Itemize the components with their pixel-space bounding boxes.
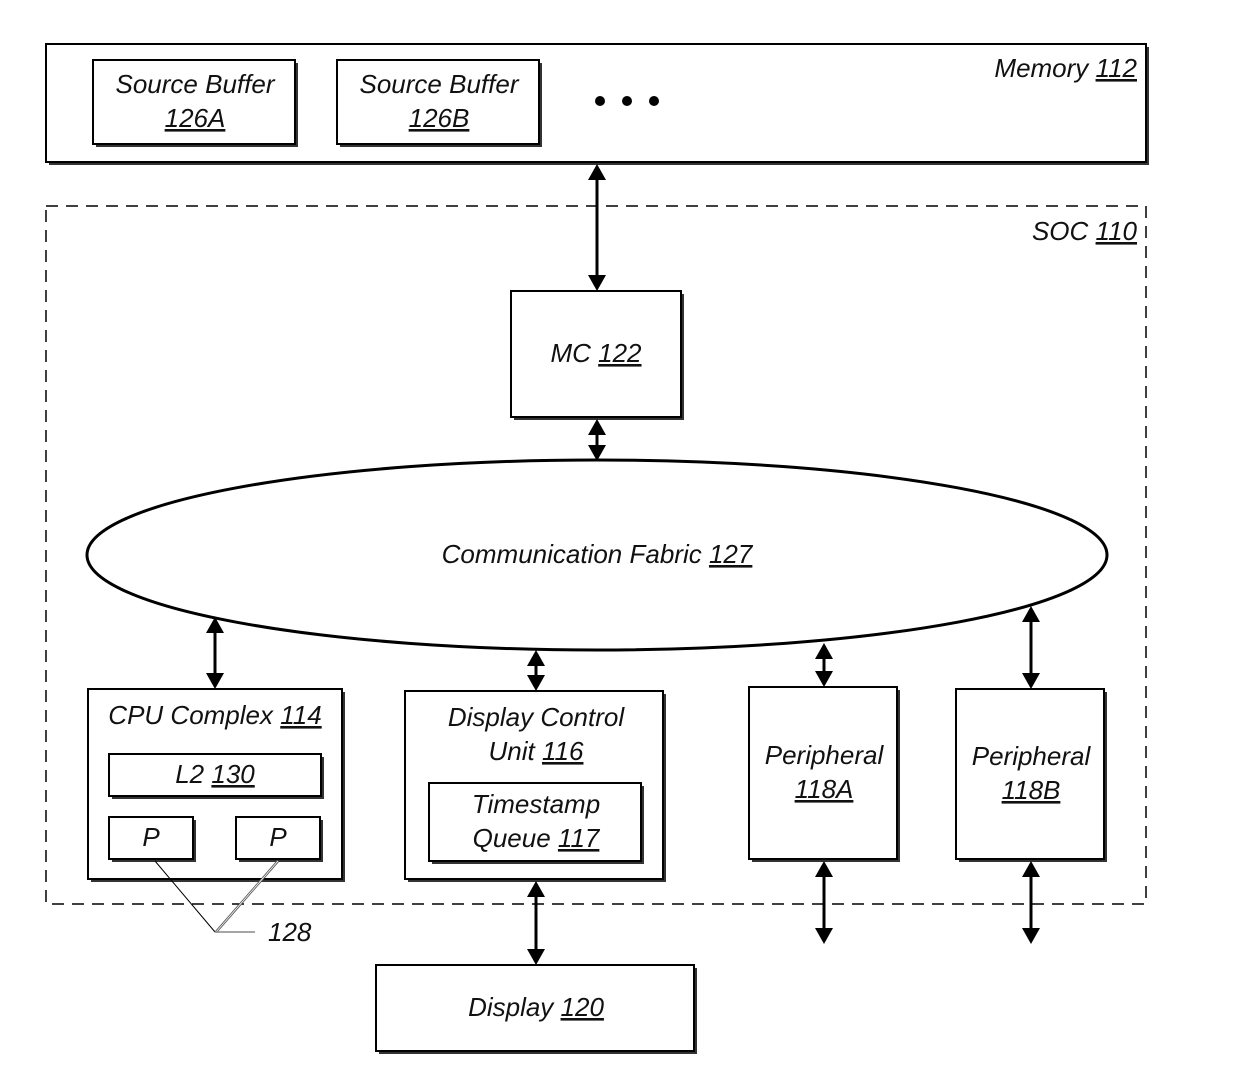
mc-block: MC 122 xyxy=(510,290,684,420)
fabric-ref: 127 xyxy=(709,539,754,569)
display-control-unit-block: Display Control Unit 116 Timestamp Queue… xyxy=(404,690,666,882)
source-buffer-a-label: Source Buffer xyxy=(116,69,276,99)
l2-label: L2 xyxy=(175,759,204,789)
mc-fabric-arrow xyxy=(588,419,606,461)
fabric-peripheral-b-arrow xyxy=(1022,606,1040,689)
memory-ref: 112 xyxy=(1096,53,1138,83)
peripheral-a-ref: 118A xyxy=(795,774,854,804)
mc-ref: 122 xyxy=(598,338,642,368)
fabric-cpu-arrow xyxy=(206,617,224,689)
processor-2-label: P xyxy=(269,822,287,852)
svg-text:Display 120: Display 120 xyxy=(468,992,604,1022)
memory-label: Memory xyxy=(994,53,1090,83)
l2-ref: 130 xyxy=(211,759,255,789)
svg-text:Memory 112: Memory 112 xyxy=(994,53,1137,83)
fabric-label: Communication Fabric xyxy=(442,539,702,569)
processor-1-label: P xyxy=(142,822,160,852)
fabric-dcu-arrow xyxy=(527,650,545,691)
peripheral-b-block: Peripheral 118B xyxy=(955,688,1107,862)
cpu-label: CPU Complex xyxy=(108,700,274,730)
source-buffer-b-label: Source Buffer xyxy=(360,69,520,99)
source-buffer-a: Source Buffer 126A xyxy=(92,59,298,147)
peripheral-a-block: Peripheral 118A xyxy=(748,686,900,862)
dcu-display-arrow xyxy=(527,881,545,965)
soc-label: SOC xyxy=(1032,216,1089,246)
peripheral-a-external-arrow xyxy=(815,861,833,944)
queue-label-line2: Queue xyxy=(473,823,551,853)
fabric-peripheral-a-arrow xyxy=(815,643,833,687)
source-buffer-b: Source Buffer 126B xyxy=(336,59,542,147)
svg-text:Communication Fabric 127: Communication Fabric 127 xyxy=(442,539,754,569)
peripheral-b-external-arrow xyxy=(1022,861,1040,944)
display-ref: 120 xyxy=(561,992,605,1022)
dcu-ref: 116 xyxy=(542,736,584,766)
dcu-label-line2: Unit xyxy=(489,736,537,766)
display-label: Display xyxy=(468,992,555,1022)
peripheral-b-label: Peripheral xyxy=(972,741,1092,771)
source-buffer-b-ref: 126B xyxy=(409,103,470,133)
svg-text:Queue 117: Queue 117 xyxy=(473,823,601,853)
memory-mc-arrow xyxy=(588,164,606,291)
svg-text:Unit 116: Unit 116 xyxy=(489,736,584,766)
cpu-ref: 114 xyxy=(280,700,321,730)
soc-block-diagram: Memory 112 Source Buffer 126A Source Buf… xyxy=(45,43,1149,1054)
svg-text:MC 122: MC 122 xyxy=(550,338,642,368)
soc-ref: 110 xyxy=(1096,216,1138,246)
communication-fabric: Communication Fabric 127 xyxy=(85,458,1109,652)
peripheral-b-ref: 118B xyxy=(1002,775,1061,805)
svg-text:SOC 110: SOC 110 xyxy=(1032,216,1138,246)
mc-label: MC xyxy=(550,338,591,368)
svg-text:CPU Complex 114: CPU Complex 114 xyxy=(108,700,321,730)
processor-ref: 128 xyxy=(268,917,312,947)
display-block: Display 120 xyxy=(375,964,697,1054)
peripheral-a-label: Peripheral xyxy=(765,740,885,770)
cpu-complex-block: CPU Complex 114 L2 130 P P xyxy=(87,688,345,882)
source-buffer-a-ref: 126A xyxy=(165,103,226,133)
dcu-label-line1: Display Control xyxy=(448,702,626,732)
queue-ref: 117 xyxy=(558,823,601,853)
svg-text:L2 130: L2 130 xyxy=(175,759,255,789)
queue-label-line1: Timestamp xyxy=(472,789,600,819)
